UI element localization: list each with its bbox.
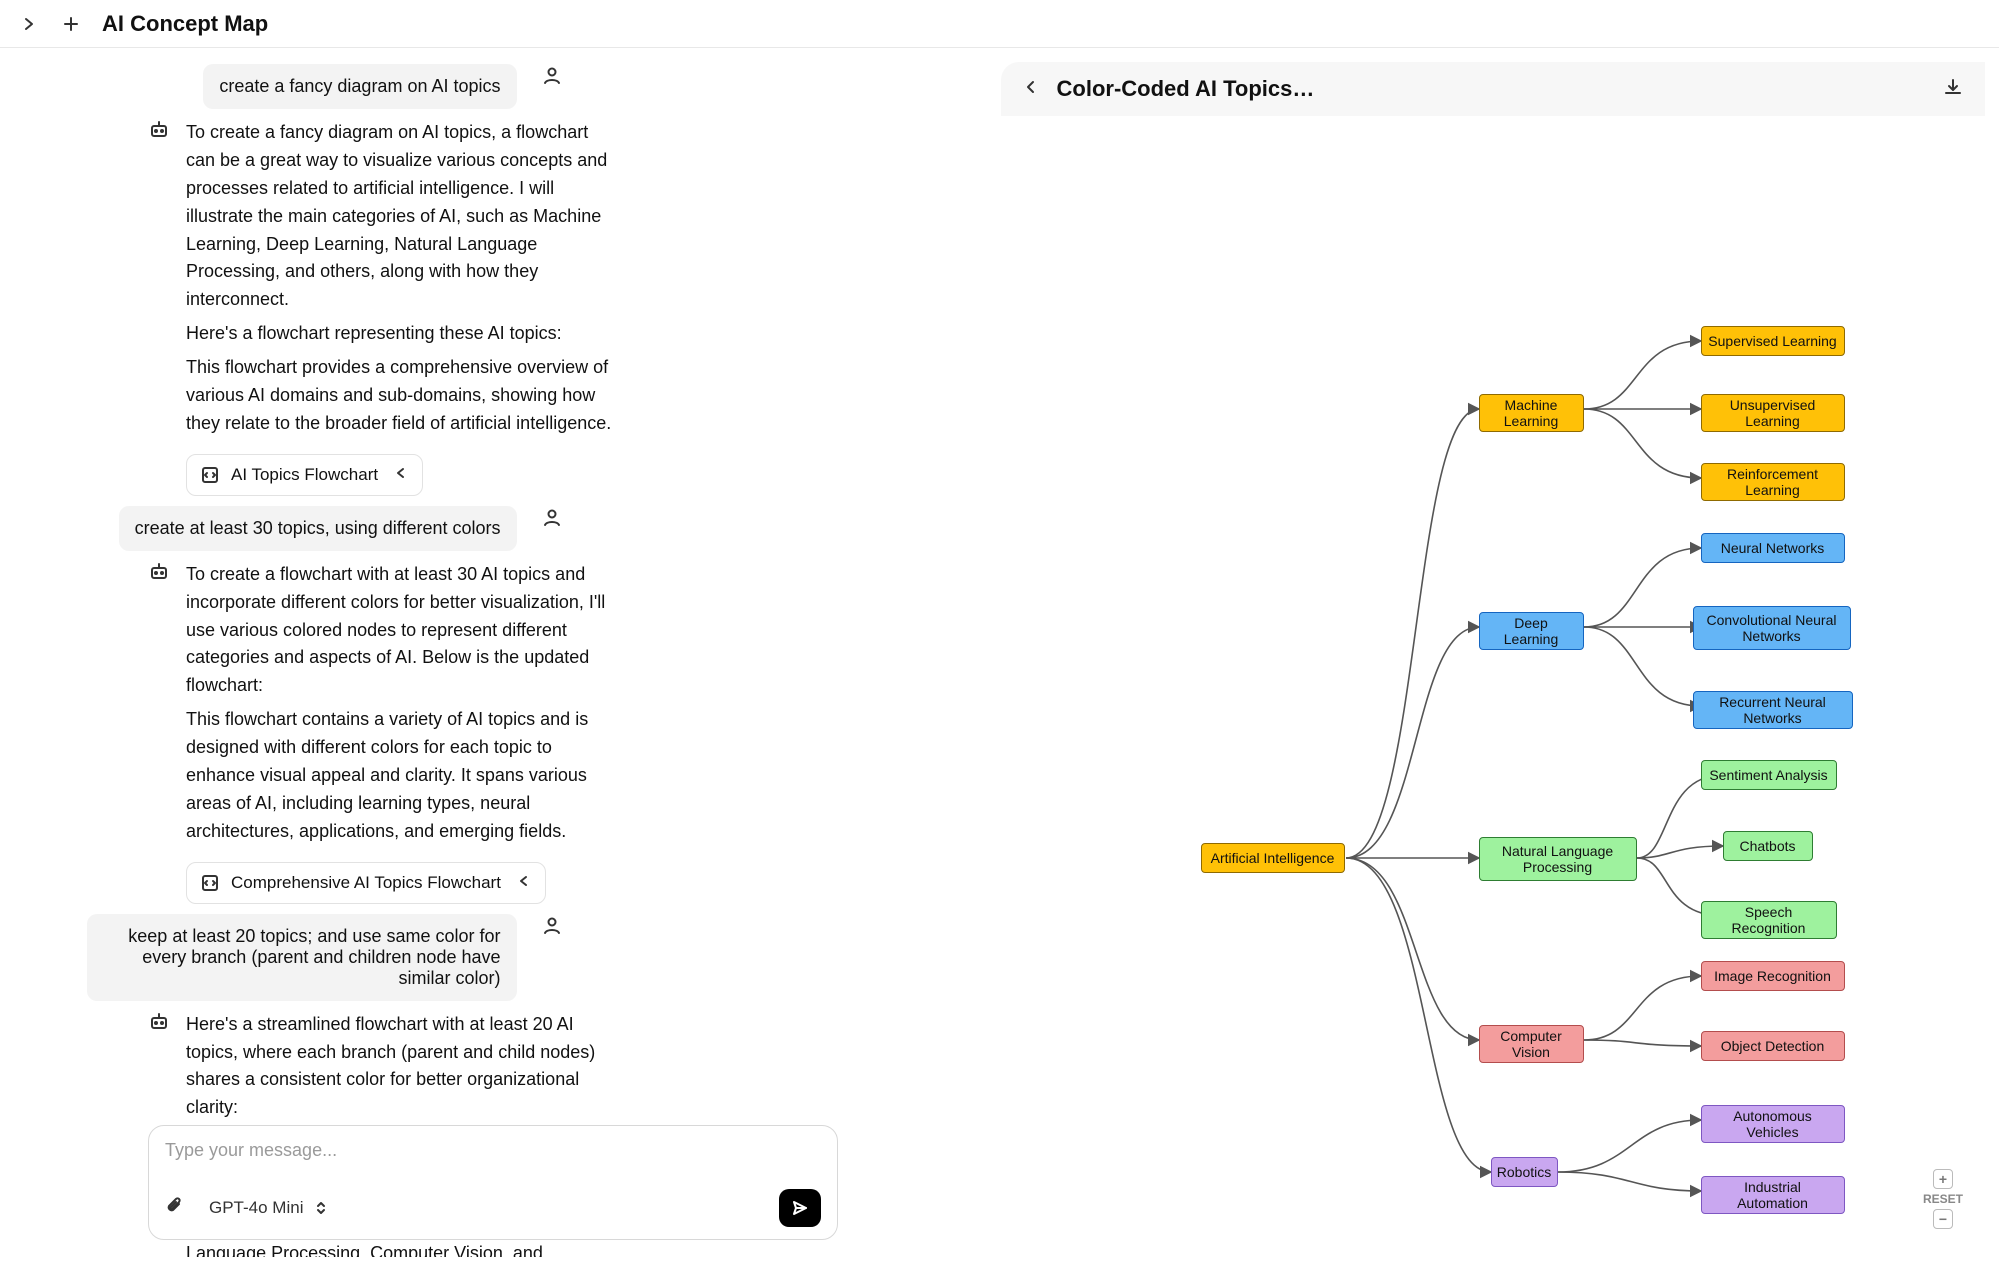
user-avatar-icon — [541, 914, 563, 936]
bot-avatar-icon — [148, 561, 170, 583]
assistant-message: To create a flowchart with at least 30 A… — [186, 561, 616, 846]
flowchart-node-leaf[interactable]: Autonomous Vehicles — [1701, 1105, 1845, 1143]
flowchart-canvas[interactable]: Artificial Intelligence Machine Learning… — [1001, 116, 1986, 1251]
message-input[interactable] — [165, 1140, 821, 1161]
flowchart-node-root[interactable]: Artificial Intelligence — [1201, 843, 1345, 873]
bot-avatar-icon — [148, 119, 170, 141]
chevron-left-icon — [517, 873, 531, 893]
artifact-label: AI Topics Flowchart — [231, 465, 378, 485]
flowchart-node-ml[interactable]: Machine Learning — [1479, 394, 1584, 432]
flowchart-node-leaf[interactable]: Convolutional Neural Networks — [1693, 606, 1851, 650]
flowchart-node-leaf[interactable]: Supervised Learning — [1701, 326, 1845, 356]
sidebar-toggle[interactable] — [18, 13, 40, 35]
flowchart-node-dl[interactable]: Deep Learning — [1479, 612, 1584, 650]
user-avatar-icon — [541, 506, 563, 528]
flowchart-node-leaf[interactable]: Recurrent Neural Networks — [1693, 691, 1853, 729]
panel-title: Color-Coded AI Topics Flowc… — [1057, 76, 1317, 102]
artifact-chip[interactable]: AI Topics Flowchart — [186, 454, 423, 496]
model-selector[interactable]: GPT-4o Mini — [209, 1198, 327, 1218]
flowchart-node-rb[interactable]: Robotics — [1491, 1157, 1558, 1187]
flowchart-node-leaf[interactable]: Chatbots — [1723, 831, 1813, 861]
bot-avatar-icon — [148, 1011, 170, 1033]
code-icon — [201, 466, 219, 484]
flowchart-node-leaf[interactable]: Neural Networks — [1701, 533, 1845, 563]
flowchart-edges — [1001, 116, 1981, 1251]
flowchart-node-leaf[interactable]: Reinforcement Learning — [1701, 463, 1845, 501]
sort-icon — [315, 1201, 327, 1215]
assistant-message: To create a fancy diagram on AI topics, … — [186, 119, 616, 438]
panel-back-button[interactable] — [1023, 79, 1039, 100]
canvas-zoom-controls: + RESET − — [1923, 1169, 1963, 1229]
chevron-left-icon — [394, 465, 408, 485]
user-message: create a fancy diagram on AI topics — [203, 64, 516, 109]
send-button[interactable] — [779, 1189, 821, 1227]
zoom-out-button[interactable]: − — [1933, 1209, 1953, 1229]
user-avatar-icon — [541, 64, 563, 86]
flowchart-node-leaf[interactable]: Sentiment Analysis — [1701, 760, 1837, 790]
user-message: create at least 30 topics, using differe… — [119, 506, 517, 551]
flowchart-node-leaf[interactable]: Industrial Automation — [1701, 1176, 1845, 1214]
flowchart-node-nlp[interactable]: Natural Language Processing — [1479, 837, 1637, 881]
user-message: keep at least 20 topics; and use same co… — [87, 914, 517, 1001]
page-title: AI Concept Map — [102, 11, 268, 37]
attach-icon[interactable] — [165, 1196, 185, 1221]
new-chat-button[interactable] — [60, 13, 82, 35]
download-button[interactable] — [1943, 77, 1963, 102]
artifact-panel: Color-Coded AI Topics Flowc… — [1001, 62, 1986, 1251]
code-icon — [201, 874, 219, 892]
model-label: GPT-4o Mini — [209, 1198, 303, 1218]
reset-button[interactable]: RESET — [1923, 1192, 1963, 1206]
chat-input-container: GPT-4o Mini — [148, 1125, 838, 1240]
flowchart-node-leaf[interactable]: Unsupervised Learning — [1701, 394, 1845, 432]
flowchart-node-cv[interactable]: Computer Vision — [1479, 1025, 1584, 1063]
artifact-label: Comprehensive AI Topics Flowchart — [231, 873, 501, 893]
flowchart-node-leaf[interactable]: Object Detection — [1701, 1031, 1845, 1061]
zoom-in-button[interactable]: + — [1933, 1169, 1953, 1189]
flowchart-node-leaf[interactable]: Speech Recognition — [1701, 901, 1837, 939]
flowchart-node-leaf[interactable]: Image Recognition — [1701, 961, 1845, 991]
artifact-chip[interactable]: Comprehensive AI Topics Flowchart — [186, 862, 546, 904]
